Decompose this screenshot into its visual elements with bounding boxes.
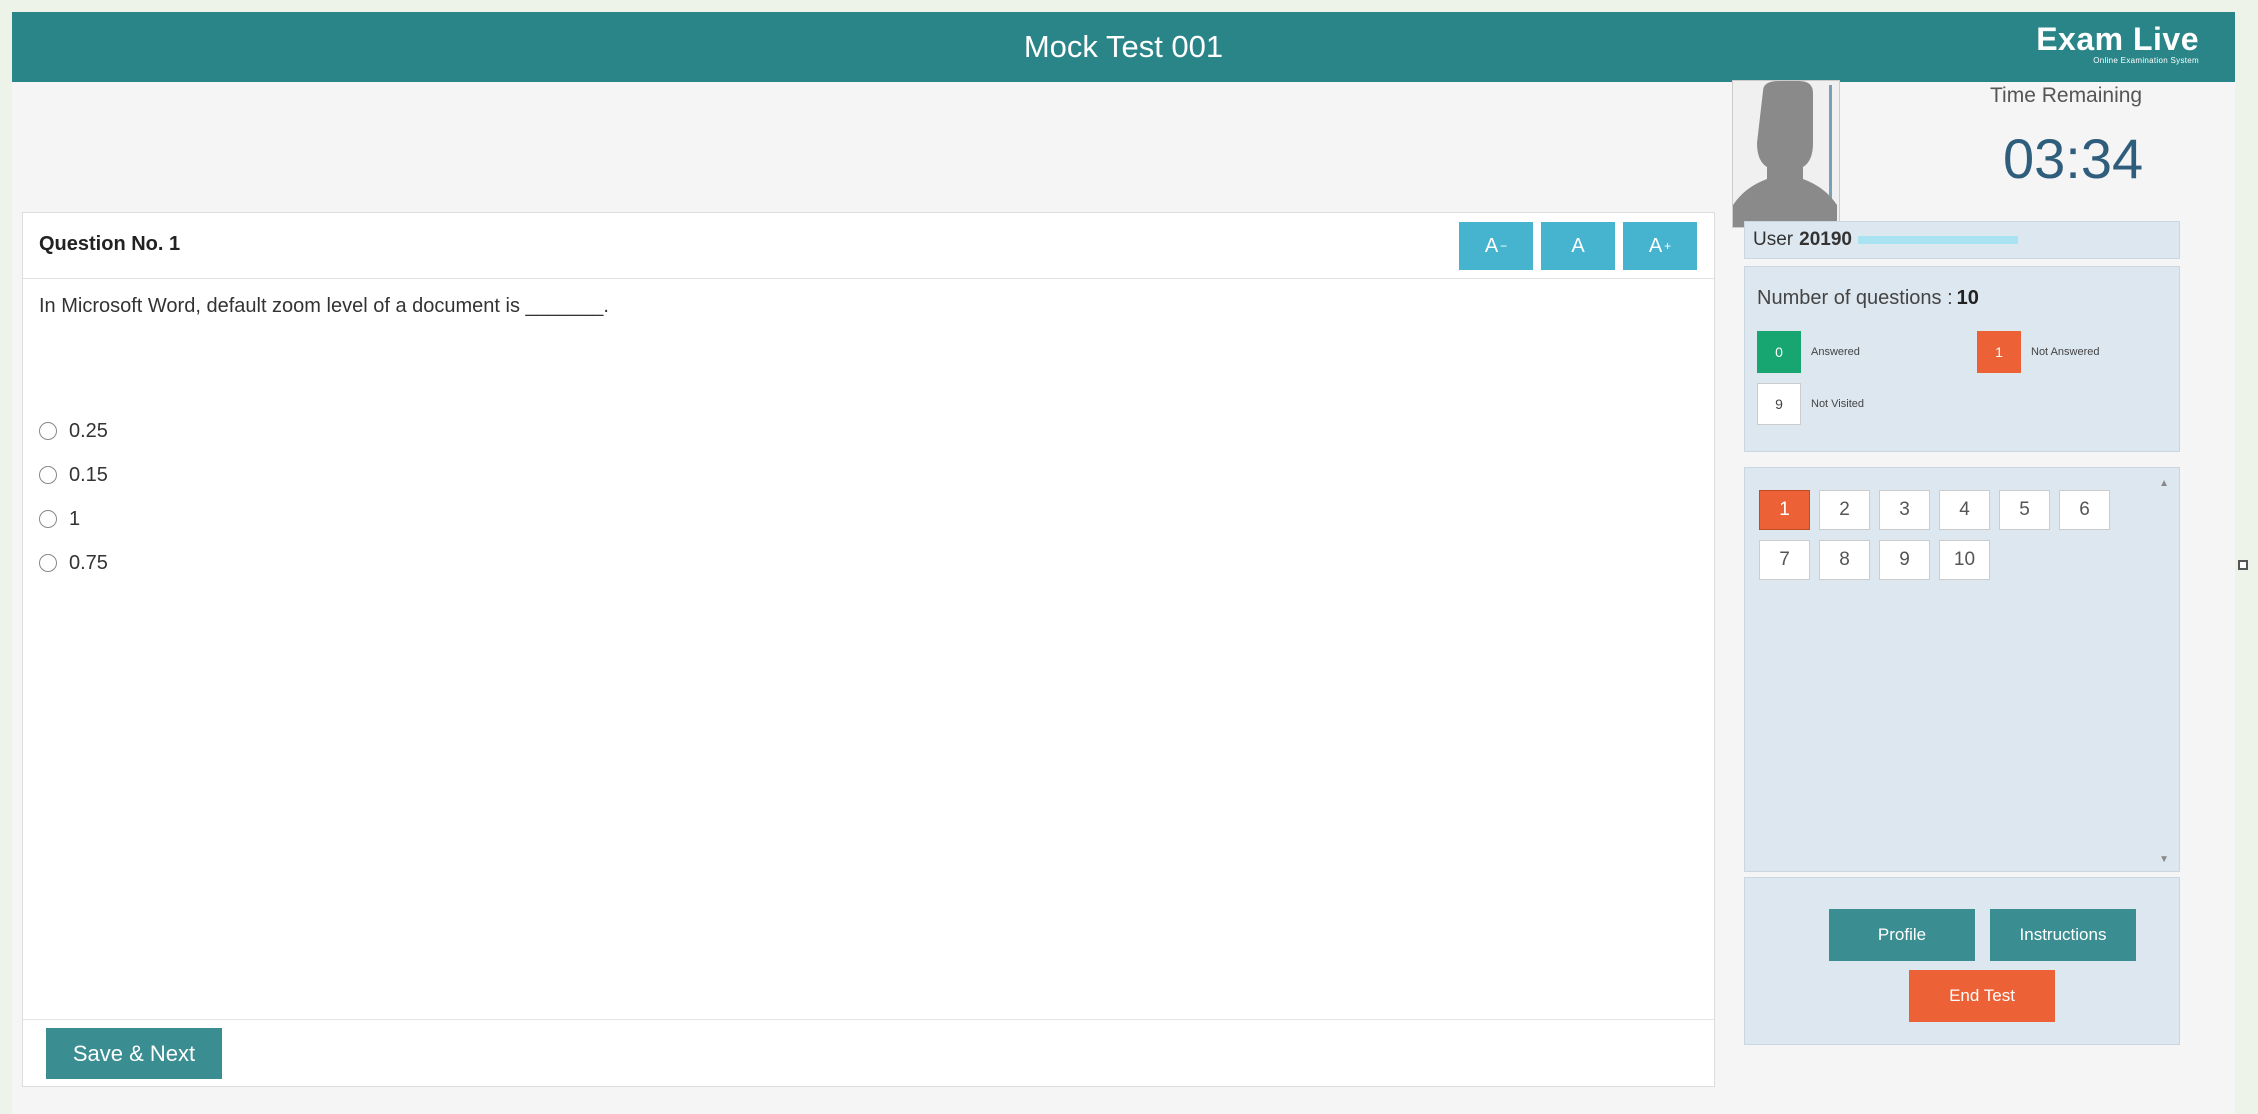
palette-question-8[interactable]: 8 — [1819, 540, 1870, 580]
palette-question-10[interactable]: 10 — [1939, 540, 1990, 580]
question-header: Question No. 1 A − A A + — [23, 213, 1714, 279]
scroll-down-icon[interactable]: ▼ — [2159, 854, 2169, 865]
test-title: Mock Test 001 — [1023, 29, 1224, 64]
profile-button[interactable]: Profile — [1829, 909, 1975, 961]
user-id-mask — [1857, 236, 2018, 244]
radio-button[interactable] — [39, 554, 57, 572]
answered-count: 0 — [1757, 331, 1801, 373]
time-remaining-label: Time Remaining — [1990, 84, 2143, 107]
action-panel: Profile Instructions End Test — [1744, 877, 2180, 1045]
not-answered-count: 1 — [1977, 331, 2021, 373]
font-size-controls: A − A A + — [1459, 222, 1697, 270]
scroll-up-icon[interactable]: ▲ — [2159, 478, 2169, 489]
not-visited-count: 9 — [1757, 383, 1801, 425]
end-test-button[interactable]: End Test — [1909, 970, 2055, 1022]
option-1[interactable]: 0.25 — [39, 409, 108, 453]
palette-question-6[interactable]: 6 — [2059, 490, 2110, 530]
palette-question-3[interactable]: 3 — [1879, 490, 1930, 530]
header-bar: Mock Test 001 Exam Live Online Examinati… — [12, 12, 2235, 82]
candidate-photo — [1732, 80, 1840, 228]
instructions-button[interactable]: Instructions — [1990, 909, 2136, 961]
palette-question-4[interactable]: 4 — [1939, 490, 1990, 530]
palette-question-2[interactable]: 2 — [1819, 490, 1870, 530]
palette-question-5[interactable]: 5 — [1999, 490, 2050, 530]
legend-not-answered: 1 Not Answered — [1977, 331, 2099, 373]
resize-handle[interactable] — [2238, 560, 2248, 570]
question-palette: 1 2 3 4 5 6 7 8 9 10 ▲ ▼ — [1744, 467, 2180, 872]
palette-grid: 1 2 3 4 5 6 7 8 9 10 — [1759, 490, 2159, 580]
question-text: In Microsoft Word, default zoom level of… — [39, 295, 609, 317]
question-panel: Question No. 1 A − A A + In Microsoft Word… — [22, 212, 1715, 1087]
legend-not-visited: 9 Not Visited — [1757, 383, 1864, 425]
radio-button[interactable] — [39, 466, 57, 484]
question-summary: Number of questions :10 0 Answered 1 Not… — [1744, 266, 2180, 452]
font-normal-button[interactable]: A — [1541, 222, 1615, 270]
question-number: Question No. 1 — [39, 233, 181, 255]
countdown-timer: 03:34 — [2003, 127, 2144, 190]
palette-question-1[interactable]: 1 — [1759, 490, 1810, 530]
radio-button[interactable] — [39, 510, 57, 528]
font-increase-button[interactable]: A + — [1623, 222, 1697, 270]
save-next-button[interactable]: Save & Next — [46, 1028, 222, 1079]
palette-question-7[interactable]: 7 — [1759, 540, 1810, 580]
options-list: 0.25 0.15 1 0.75 — [39, 409, 108, 585]
user-id: 20190 — [1799, 229, 1852, 250]
legend-answered: 0 Answered — [1757, 331, 1860, 373]
option-4[interactable]: 0.75 — [39, 541, 108, 585]
option-2[interactable]: 0.15 — [39, 453, 108, 497]
exam-live-logo: Exam Live Online Examination System — [2036, 21, 2199, 65]
number-of-questions: Number of questions :10 — [1757, 287, 1979, 309]
option-3[interactable]: 1 — [39, 497, 108, 541]
radio-button[interactable] — [39, 422, 57, 440]
palette-question-9[interactable]: 9 — [1879, 540, 1930, 580]
question-footer: Save & Next — [23, 1019, 1714, 1086]
user-info-bar: User 20190 — [1744, 221, 2180, 259]
font-decrease-button[interactable]: A − — [1459, 222, 1533, 270]
